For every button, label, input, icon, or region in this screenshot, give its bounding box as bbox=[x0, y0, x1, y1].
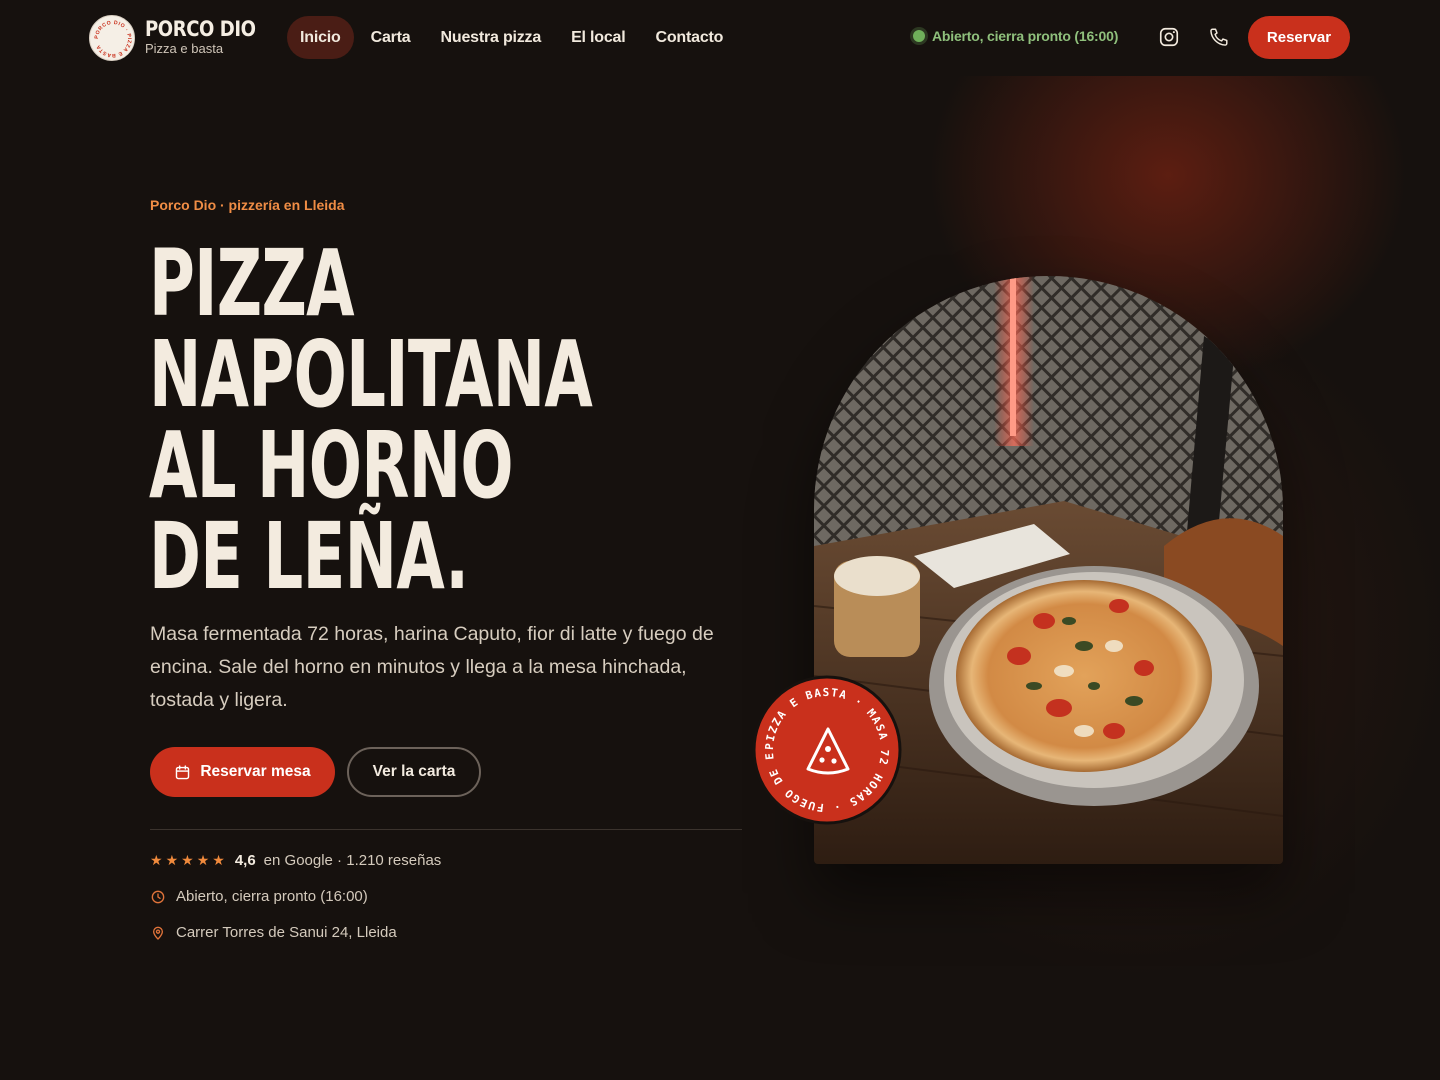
rating-score: 4,6 bbox=[234, 852, 256, 869]
opening-status: Abierto, cierra pronto (16:00) bbox=[913, 28, 1118, 44]
site-header: PORCO DIO · PIZZA E BASTA PORCO DIO Pizz… bbox=[0, 0, 1440, 76]
rating-source: en Google · 1.210 reseñas bbox=[263, 852, 442, 869]
brand-name[interactable]: PORCO DIO bbox=[145, 17, 256, 41]
rotating-badge: PIZZA E BASTA · MASA 72 HORAS · FUEGO DE… bbox=[748, 665, 902, 825]
address-row: Carrer Torres de Sanui 24, Lleida bbox=[150, 924, 397, 941]
star-icon: ★ bbox=[196, 852, 210, 868]
clock-icon bbox=[151, 890, 165, 903]
reserve-table-label: Reservar mesa bbox=[200, 763, 311, 780]
headline-line: DE LEÑA. bbox=[149, 503, 469, 610]
nav-item-nuestra-pizza[interactable]: Nuestra pizza bbox=[428, 16, 555, 59]
status-dot-icon bbox=[913, 30, 925, 42]
calendar-icon bbox=[176, 764, 190, 779]
brand-tagline: Pizza e basta bbox=[145, 41, 224, 56]
reserve-table-button[interactable]: Reservar mesa bbox=[150, 747, 335, 797]
nav-item-el-local[interactable]: El local bbox=[558, 16, 638, 59]
star-icon: ★ bbox=[150, 852, 163, 868]
hours-text: Abierto, cierra pronto (16:00) bbox=[176, 888, 368, 905]
nav-item-carta[interactable]: Carta bbox=[358, 16, 424, 59]
phone-icon[interactable] bbox=[1208, 26, 1230, 48]
headline-line: AL HORNO bbox=[149, 412, 514, 519]
star-icon: ★ bbox=[165, 852, 179, 868]
hero-lead: Masa fermentada 72 horas, harina Caputo,… bbox=[150, 623, 714, 711]
nav-item-inicio[interactable]: Inicio bbox=[287, 16, 354, 59]
headline-line: NAPOLITANA bbox=[149, 321, 593, 428]
hero-divider bbox=[150, 829, 742, 830]
brand-logo[interactable]: PORCO DIO · PIZZA E BASTA bbox=[89, 15, 135, 61]
opening-status-text: Abierto, cierra pronto (16:00) bbox=[932, 28, 1119, 44]
instagram-icon[interactable] bbox=[1158, 26, 1180, 48]
star-icon: ★ bbox=[181, 852, 194, 868]
hero-eyebrow: Porco Dio · pizzería en Lleida bbox=[150, 197, 345, 213]
star-icon: ★ bbox=[212, 852, 225, 868]
hours-row: Abierto, cierra pronto (16:00) bbox=[150, 888, 368, 905]
rating-row: ★ ★ ★ ★ ★ 4,6 en Google · 1.210 reseñas bbox=[150, 852, 441, 869]
nav-item-contacto[interactable]: Contacto bbox=[643, 16, 737, 59]
address-text: Carrer Torres de Sanui 24, Lleida bbox=[176, 924, 397, 941]
map-pin-icon bbox=[152, 926, 164, 940]
headline-line: PIZZA bbox=[149, 230, 355, 337]
reserve-button[interactable]: Reservar bbox=[1248, 16, 1350, 59]
rating-stars: ★ ★ ★ ★ ★ bbox=[150, 852, 225, 869]
main-nav: Inicio Carta Nuestra pizza El local Cont… bbox=[287, 16, 736, 59]
view-menu-button[interactable]: Ver la carta bbox=[347, 747, 481, 797]
hero-headline: PIZZA NAPOLITANA AL HORNO DE LEÑA. bbox=[149, 230, 769, 610]
